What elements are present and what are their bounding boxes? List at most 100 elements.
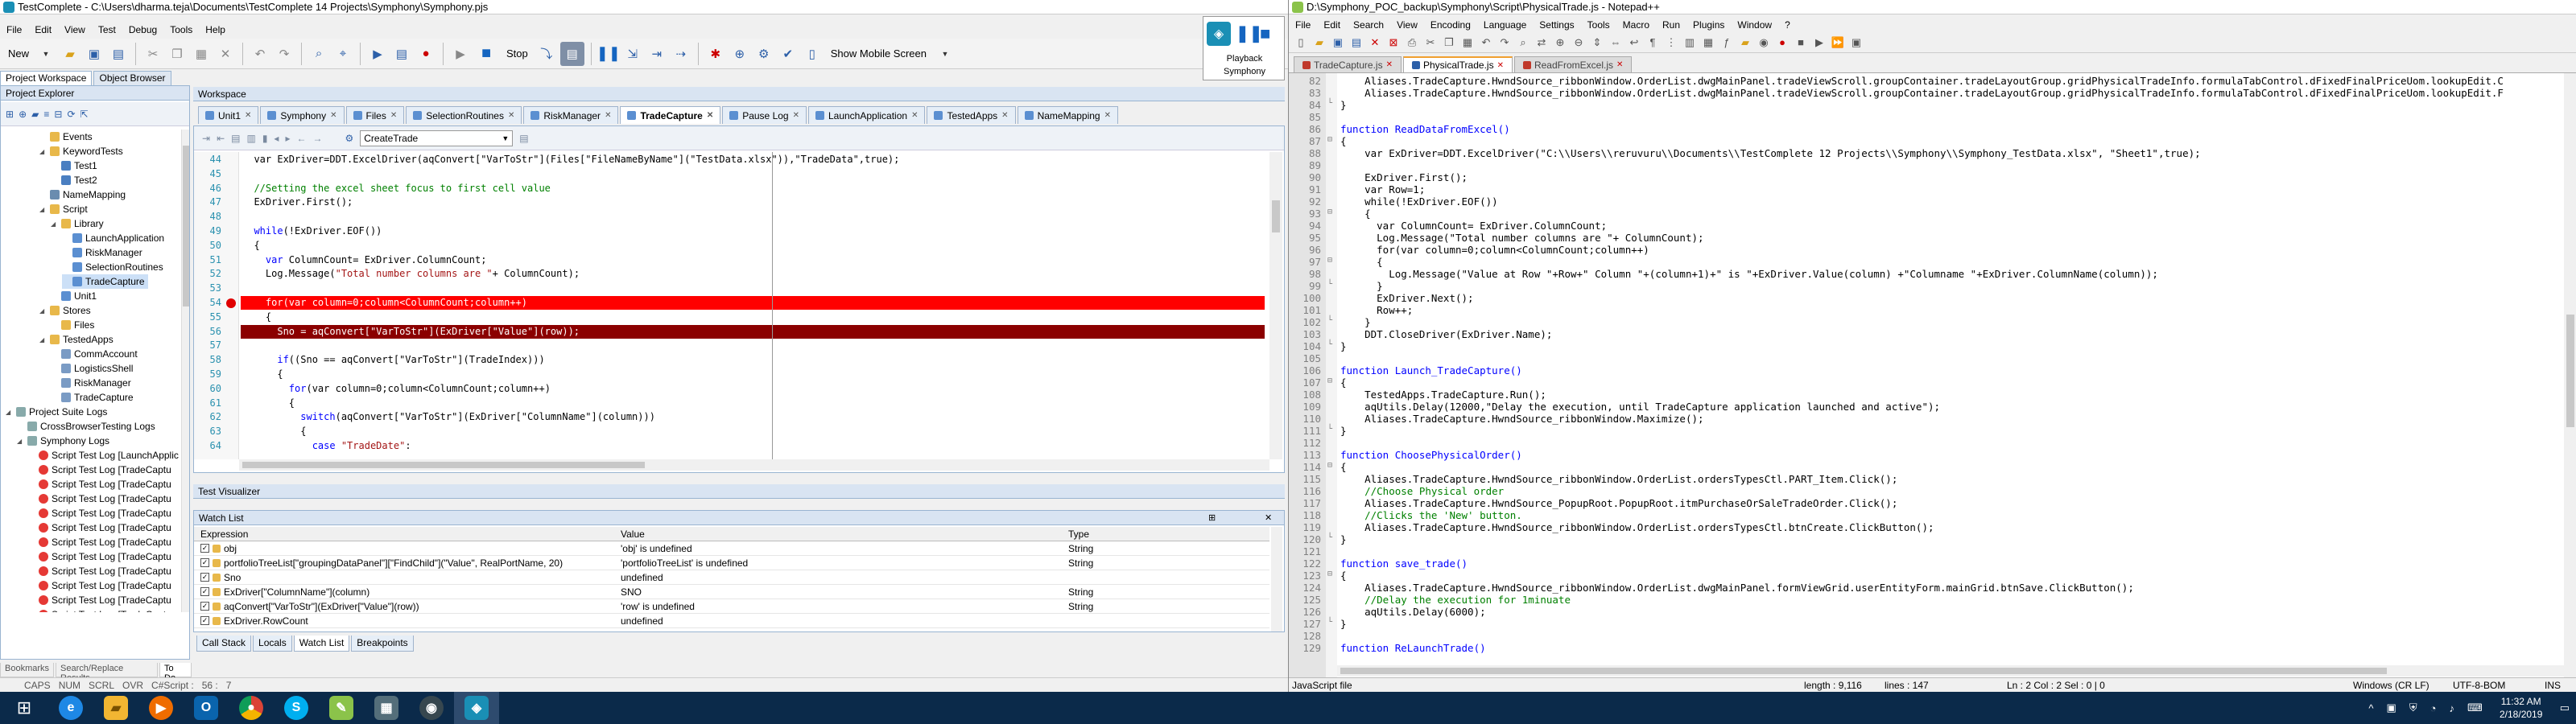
folder-icon[interactable]: ▰ <box>31 109 39 120</box>
fold-open-icon[interactable]: ⊟ <box>1324 135 1335 144</box>
tree-item[interactable]: ◢ TestedApps <box>39 332 114 347</box>
close-icon[interactable]: ✕ <box>245 111 251 120</box>
tree-item[interactable]: Files <box>51 318 94 332</box>
refresh-icon[interactable]: ⟳ <box>67 109 75 120</box>
tree-item[interactable]: Script Test Log [TradeCaptu <box>28 477 171 492</box>
menu-item-file[interactable]: File <box>0 24 28 35</box>
tree-item[interactable]: Script Test Log [TradeCaptu <box>28 607 171 612</box>
tree-item[interactable]: Script Test Log [TradeCaptu <box>28 535 171 549</box>
play-macro-icon[interactable]: ▶ <box>1810 34 1828 51</box>
wifi-icon[interactable]: ◔ <box>2430 702 2437 714</box>
function-list-icon[interactable]: ƒ <box>1718 34 1736 51</box>
javascript-code-editor[interactable]: 82 Aliases.TradeCapture.HwndSource_ribbo… <box>1289 75 2564 672</box>
fold-open-icon[interactable]: ⊟ <box>1324 461 1335 470</box>
watch-row[interactable]: ✓ portfolioTreeList["groupingDataPanel"][… <box>194 556 1269 570</box>
volume-icon[interactable]: ♪ <box>2449 702 2454 714</box>
tab-symphony[interactable]: Symphony ✕ <box>260 106 345 124</box>
tree-item[interactable]: Script Test Log [TradeCaptu <box>28 506 171 520</box>
taskbar-app[interactable]: ◉ <box>409 692 454 724</box>
tab-search-replace-results[interactable]: Search/Replace Results <box>56 663 158 683</box>
npp-menu-item-settings[interactable]: Settings <box>1533 19 1580 31</box>
column-header-expression[interactable]: Expression <box>200 529 248 540</box>
properties-icon[interactable]: ≡ <box>43 109 49 120</box>
npp-tab[interactable]: TradeCapture.js ✕ <box>1294 56 1402 72</box>
watch-list-close-icon[interactable]: ✕ <box>1265 512 1272 523</box>
show-mobile-screen-button[interactable]: Show Mobile Screen <box>831 47 927 60</box>
breakpoint-toggle-icon[interactable]: ✱ <box>705 43 726 64</box>
new-dropdown-icon[interactable]: ▼ <box>35 43 56 64</box>
tree-item[interactable]: RiskManager <box>51 376 131 390</box>
step-into-icon[interactable]: ⇲ <box>622 43 643 64</box>
routine-dropdown[interactable]: CreateTrade ▼ <box>360 130 514 146</box>
pause-playback-icon[interactable]: ▤ <box>559 41 584 66</box>
npp-menu-item-tools[interactable]: Tools <box>1581 19 1616 31</box>
tree-expander-icon[interactable]: ◢ <box>51 220 58 228</box>
tab-files[interactable]: Files ✕ <box>345 106 405 124</box>
tab-to-do[interactable]: To Do <box>159 663 192 683</box>
close-icon[interactable]: ✕ <box>508 111 514 120</box>
new-button[interactable]: New <box>5 43 32 64</box>
run-test-icon[interactable]: ⊞ <box>6 109 14 120</box>
breakpoint-icon[interactable] <box>226 298 236 308</box>
npp-menu-item-edit[interactable]: Edit <box>1317 19 1347 31</box>
tree-item[interactable]: Script Test Log [TradeCaptu <box>28 520 171 535</box>
replace-icon[interactable]: ⇄ <box>1533 34 1550 51</box>
object-spy-icon[interactable]: ⊕ <box>729 43 750 64</box>
close-icon[interactable]: ✕ <box>707 111 713 120</box>
pause-icon[interactable]: ❚❚ <box>597 43 621 64</box>
npp-menu-item-encoding[interactable]: Encoding <box>1424 19 1477 31</box>
taskbar-skype[interactable]: S <box>274 692 319 724</box>
watch-row[interactable]: ✓ Sno undefined <box>194 570 1269 585</box>
npp-menu-item-help[interactable]: ? <box>1778 19 1797 31</box>
copy-icon[interactable]: ❐ <box>1440 34 1458 51</box>
zoom-in-icon[interactable]: ⊕ <box>1551 34 1569 51</box>
record-icon[interactable]: ● <box>415 43 436 64</box>
tree-scrollbar[interactable] <box>181 130 189 612</box>
step-icon[interactable]: ⤵ <box>536 43 557 64</box>
menu-item-view[interactable]: View <box>58 24 92 35</box>
fold-open-icon[interactable]: ⊟ <box>1324 256 1335 265</box>
tree-item[interactable]: Script Test Log [TradeCaptu <box>28 492 171 506</box>
indent-icon[interactable]: ⇥ <box>202 133 210 144</box>
checkpoint-icon[interactable]: ✔ <box>778 43 799 64</box>
tree-scrollbar-thumb[interactable] <box>183 146 189 306</box>
npp-menu-item-window[interactable]: Window <box>1731 19 1778 31</box>
tab-bookmarks[interactable]: Bookmarks <box>0 663 55 677</box>
fold-open-icon[interactable]: ⊟ <box>1324 376 1335 385</box>
close-icon[interactable]: ✕ <box>1001 111 1008 120</box>
comment-icon[interactable]: ▤ <box>231 133 240 144</box>
prev-bookmark-icon[interactable]: ◂ <box>274 133 279 144</box>
npp-hscrollbar[interactable] <box>1337 665 2564 677</box>
npp-menu-item-view[interactable]: View <box>1390 19 1424 31</box>
tab-breakpoints[interactable]: Breakpoints <box>351 636 414 652</box>
tab-riskmanager[interactable]: RiskManager ✕ <box>523 106 619 124</box>
tree-expander-icon[interactable]: ◢ <box>39 307 47 315</box>
run-icon[interactable]: ▶ <box>450 43 471 64</box>
menu-item-help[interactable]: Help <box>199 24 232 35</box>
security-icon[interactable]: ⛨ <box>2409 701 2417 714</box>
open-file-icon[interactable]: ▰ <box>1311 34 1328 51</box>
sync-horizontal-icon[interactable]: ⇔ <box>1607 34 1624 51</box>
watch-checkbox[interactable]: ✓ <box>200 573 209 582</box>
fold-open-icon[interactable]: ⊟ <box>1324 208 1335 216</box>
npp-tab[interactable]: ReadFromExcel.js ✕ <box>1513 56 1633 72</box>
next-bookmark-icon[interactable]: ▸ <box>285 133 290 144</box>
tab-watch-list[interactable]: Watch List <box>293 636 350 652</box>
close-all-icon[interactable]: ⊠ <box>1385 34 1402 51</box>
tree-item[interactable]: Test2 <box>51 173 97 187</box>
tree-item[interactable]: ◢ KeywordTests <box>39 144 123 158</box>
step-over-icon[interactable]: ⇥ <box>646 43 667 64</box>
tree-item[interactable]: LogisticsShell <box>51 361 133 376</box>
save-macro-icon[interactable]: ▣ <box>1847 34 1865 51</box>
tree-expander-icon[interactable]: ◢ <box>39 336 47 343</box>
cut-icon[interactable]: ✂ <box>142 43 163 64</box>
taskbar-media[interactable]: ▶ <box>138 692 184 724</box>
tree-item[interactable]: Script Test Log [TradeCaptu <box>28 549 171 564</box>
tab-unit1[interactable]: Unit1 ✕ <box>198 106 259 124</box>
watch-checkbox[interactable]: ✓ <box>200 544 209 553</box>
new-file-icon[interactable]: ▯ <box>1292 34 1310 51</box>
notifications-icon[interactable]: ▭ <box>2560 701 2570 714</box>
playback-stop-icon[interactable]: ■ <box>1260 23 1279 44</box>
redo-icon[interactable]: ↷ <box>274 43 295 64</box>
search-icon[interactable]: ⌕ <box>308 43 329 64</box>
